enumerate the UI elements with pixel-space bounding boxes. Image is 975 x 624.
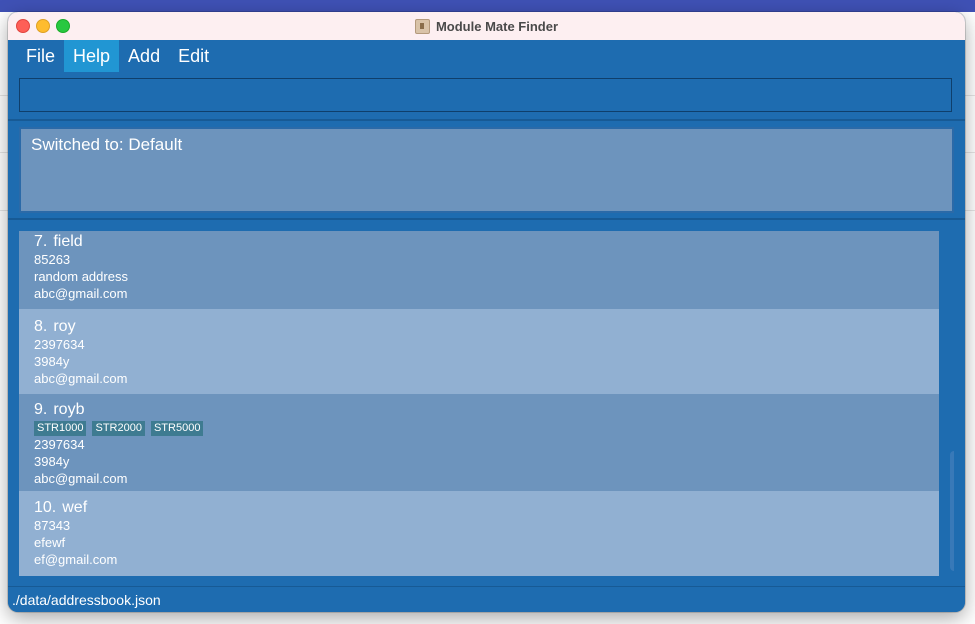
- menu-help[interactable]: Help: [64, 40, 120, 72]
- person-card[interactable]: 9. royb STR1000 STR2000 STR5000 2397634 3…: [19, 394, 939, 491]
- app-window: Module Mate Finder File Help Add Edit Sw…: [8, 12, 965, 612]
- status-bar: ./data/addressbook.json: [8, 586, 965, 612]
- person-phone: 85263: [34, 252, 71, 267]
- menu-bar: File Help Add Edit: [8, 40, 965, 72]
- tag-badge: STR5000: [150, 421, 204, 436]
- background-window-bar: [0, 0, 975, 12]
- menu-file[interactable]: File: [17, 40, 64, 72]
- command-input[interactable]: [19, 78, 952, 112]
- person-address: 3984y: [34, 354, 70, 369]
- save-location: ./data/addressbook.json: [12, 592, 161, 608]
- tag-badge: STR2000: [92, 421, 145, 436]
- person-index: 9.: [34, 401, 48, 418]
- person-address: random address: [34, 269, 128, 284]
- divider: [8, 218, 965, 220]
- app-icon: [414, 18, 430, 34]
- person-card[interactable]: 7. field 85263 random address abc@gmail.c…: [19, 231, 939, 309]
- person-email: abc@gmail.com: [34, 286, 128, 301]
- person-list[interactable]: 7. field 85263 random address abc@gmail.c…: [19, 231, 954, 576]
- person-email: abc@gmail.com: [34, 371, 128, 386]
- person-name: wef: [62, 499, 88, 516]
- divider: [8, 119, 965, 121]
- person-name: field: [53, 233, 83, 250]
- window-title: Module Mate Finder: [435, 18, 559, 34]
- person-address: 3984y: [34, 454, 70, 469]
- person-index: 7.: [34, 233, 48, 250]
- person-phone: 87343: [34, 518, 71, 533]
- person-index: 8.: [34, 318, 48, 335]
- title-bar: Module Mate Finder: [8, 12, 965, 41]
- person-email: ef@gmail.com: [34, 552, 118, 567]
- result-display: Switched to: Default: [19, 127, 954, 213]
- menu-add[interactable]: Add: [119, 40, 169, 72]
- menu-edit[interactable]: Edit: [169, 40, 218, 72]
- tag-list: STR1000 STR2000 STR5000: [34, 421, 924, 436]
- person-address: efewf: [34, 535, 66, 550]
- person-phone: 2397634: [34, 437, 85, 452]
- person-card[interactable]: 8. roy 2397634 3984y abc@gmail.com: [19, 309, 939, 394]
- person-card[interactable]: 10. wef 87343 efewf ef@gmail.com: [19, 491, 939, 576]
- tag-badge: STR1000: [34, 421, 87, 436]
- person-name: royb: [53, 401, 85, 418]
- scrollbar-thumb[interactable]: [950, 451, 954, 571]
- person-email: abc@gmail.com: [34, 471, 128, 486]
- person-index: 10.: [34, 499, 57, 516]
- person-name: roy: [53, 318, 76, 335]
- result-text: Switched to: Default: [31, 135, 183, 154]
- person-phone: 2397634: [34, 337, 85, 352]
